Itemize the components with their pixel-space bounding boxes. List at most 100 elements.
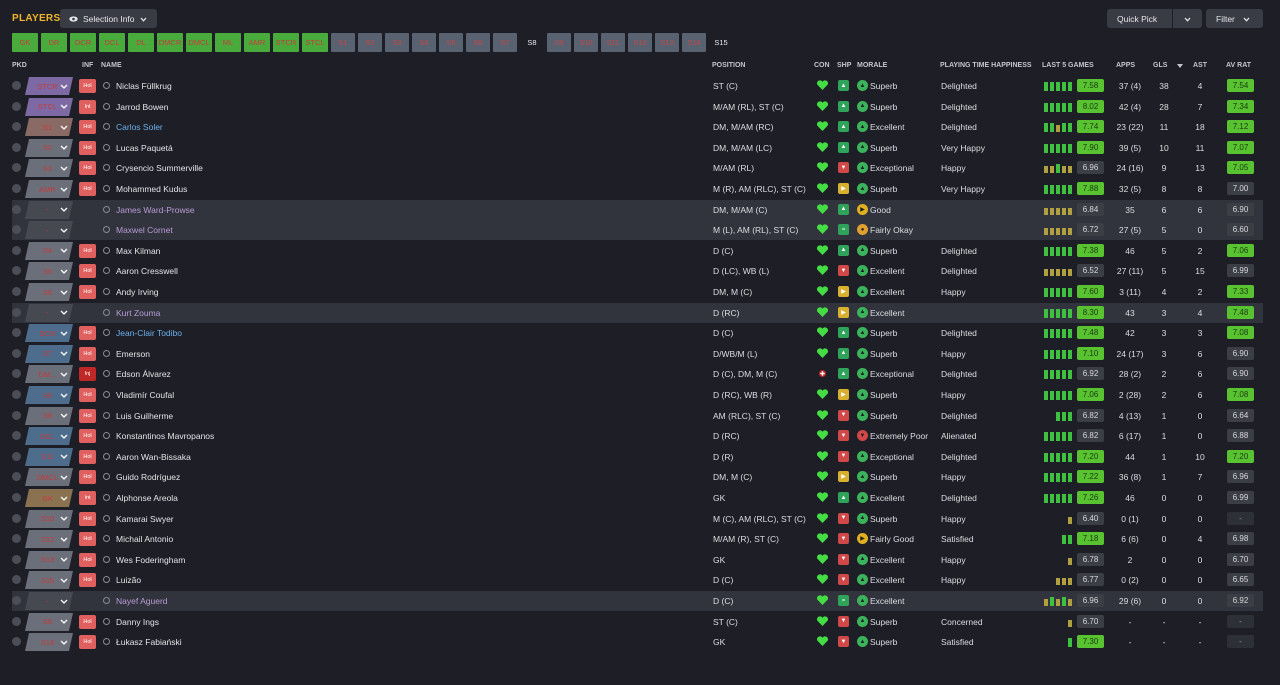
select-checkbox[interactable] bbox=[12, 204, 21, 214]
table-row[interactable]: - James Ward-Prowse DM, M/AM (C) ▲ ▶ Good 6.84… bbox=[12, 199, 1263, 220]
player-name[interactable]: Crysencio Summerville bbox=[116, 163, 203, 173]
quick-pick-dropdown[interactable] bbox=[1173, 9, 1202, 28]
table-row[interactable]: - Maxwel Cornet M (L), AM (RL), ST (C) = ● Fa… bbox=[12, 220, 1263, 241]
player-name[interactable]: Luis Guilherme bbox=[116, 411, 173, 421]
chevron-down-icon[interactable] bbox=[56, 428, 72, 444]
chevron-down-icon[interactable] bbox=[56, 366, 72, 382]
table-row[interactable]: GK Int Alphonse Areola GK ▲ ▲ Excellent Delight… bbox=[12, 488, 1263, 508]
table-row[interactable]: - Nayef Aguerd D (C) = ▲ Excellent 6.96 29 (6) 0… bbox=[12, 591, 1263, 611]
selection-info-button[interactable]: Selection Info bbox=[60, 9, 157, 28]
table-row[interactable]: S10 Hol Kamarai Swyer M (C), AM (RLC), ST (… bbox=[12, 509, 1263, 529]
player-name[interactable]: Aaron Cresswell bbox=[116, 266, 178, 276]
chevron-down-icon[interactable] bbox=[56, 572, 72, 588]
table-row[interactable]: STCR Hol Niclas Füllkrug ST (C) ▲ ▲ Superb Deli… bbox=[12, 76, 1263, 96]
col-gls[interactable]: GLS bbox=[1153, 62, 1167, 69]
select-checkbox[interactable] bbox=[12, 81, 21, 90]
select-checkbox[interactable] bbox=[12, 287, 21, 296]
select-checkbox[interactable] bbox=[12, 348, 21, 358]
position-tab[interactable]: GK bbox=[12, 33, 38, 52]
player-name[interactable]: Niclas Füllkrug bbox=[116, 81, 172, 91]
player-name[interactable]: Emerson bbox=[116, 349, 150, 359]
chevron-down-icon[interactable] bbox=[56, 614, 72, 630]
chevron-down-icon[interactable] bbox=[56, 531, 72, 547]
position-tab[interactable]: S5 bbox=[439, 33, 463, 52]
chevron-down-icon[interactable] bbox=[56, 387, 72, 403]
select-checkbox[interactable] bbox=[12, 616, 21, 626]
position-tab[interactable]: S4 bbox=[412, 33, 436, 52]
chevron-down-icon[interactable] bbox=[56, 99, 72, 115]
table-row[interactable]: S12 Hol Michail Antonio M/AM (R), ST (C) ▼ ▶ F… bbox=[12, 529, 1263, 549]
player-name[interactable]: Aaron Wan-Bissaka bbox=[116, 452, 191, 462]
chevron-down-icon[interactable] bbox=[56, 469, 72, 485]
position-tab[interactable]: AMR bbox=[244, 33, 270, 52]
col-position[interactable]: POSITION bbox=[712, 62, 745, 69]
chevron-down-icon[interactable] bbox=[56, 243, 72, 259]
position-tab[interactable]: S14 bbox=[682, 33, 706, 52]
chevron-down-icon[interactable] bbox=[56, 140, 72, 156]
select-checkbox[interactable] bbox=[12, 575, 21, 585]
select-checkbox[interactable] bbox=[12, 390, 21, 399]
table-row[interactable]: S3 Hol Crysencio Summerville M/AM (RL) ▼ ▲ Exc… bbox=[12, 158, 1263, 178]
table-row[interactable]: S6 Hol Danny Ings ST (C) ▼ ▲ Superb Concerned 6.… bbox=[12, 612, 1263, 632]
position-tab[interactable]: DMCL bbox=[186, 33, 212, 52]
player-name[interactable]: Michail Antonio bbox=[116, 534, 173, 544]
player-name[interactable]: Nayef Aguerd bbox=[116, 596, 168, 606]
select-checkbox[interactable] bbox=[12, 142, 21, 152]
table-row[interactable]: DCR Hol Jean-Clair Todibo D (C) ▲ ▲ Superb Deli… bbox=[12, 323, 1263, 343]
table-row[interactable]: S8 Hol Luis Guilherme AM (RLC), ST (C) ▼ ▲ Sup… bbox=[12, 406, 1263, 426]
col-con[interactable]: CON bbox=[814, 62, 830, 69]
select-checkbox[interactable] bbox=[12, 245, 21, 255]
player-name[interactable]: Jarrod Bowen bbox=[116, 102, 168, 112]
player-name[interactable]: Vladimír Coufal bbox=[116, 390, 174, 400]
position-tab[interactable]: S7 bbox=[493, 33, 517, 52]
position-tab[interactable]: S6 bbox=[466, 33, 490, 52]
col-morale[interactable]: MORALE bbox=[857, 62, 887, 69]
position-tab[interactable]: S1 bbox=[331, 33, 355, 52]
table-row[interactable]: STCL Int Jarrod Bowen M/AM (RL), ST (C) ▲ ▲ Su… bbox=[12, 97, 1263, 117]
select-checkbox[interactable] bbox=[12, 328, 21, 338]
select-checkbox[interactable] bbox=[12, 225, 21, 235]
table-row[interactable]: S4 Hol Max Kilman D (C) ▲ ▲ Superb Delighted 7.3… bbox=[12, 241, 1263, 261]
position-tab[interactable]: ML bbox=[215, 33, 241, 52]
position-tab[interactable]: STCR bbox=[273, 33, 299, 52]
select-checkbox[interactable] bbox=[12, 431, 21, 441]
select-checkbox[interactable] bbox=[12, 596, 21, 605]
position-tab[interactable]: S10 bbox=[574, 33, 598, 52]
chevron-down-icon[interactable] bbox=[56, 552, 72, 568]
player-name[interactable]: Edson Álvarez bbox=[116, 369, 171, 379]
chevron-down-icon[interactable] bbox=[56, 325, 72, 341]
table-row[interactable]: S11 Hol Aaron Wan-Bissaka D (R) ▼ ▲ Exceptiona… bbox=[12, 447, 1263, 467]
chevron-down-icon[interactable] bbox=[56, 593, 72, 609]
select-checkbox[interactable] bbox=[12, 472, 21, 482]
select-checkbox[interactable] bbox=[12, 410, 21, 420]
select-checkbox[interactable] bbox=[12, 451, 21, 461]
chevron-down-icon[interactable] bbox=[56, 490, 72, 506]
sort-desc-icon[interactable] bbox=[1177, 63, 1183, 70]
chevron-down-icon[interactable] bbox=[56, 222, 72, 238]
player-name[interactable]: Maxwel Cornet bbox=[116, 225, 173, 235]
table-row[interactable]: S1 Hol Carlos Soler DM, M/AM (RC) ▲ ▲ Excellen… bbox=[12, 117, 1263, 137]
table-row[interactable]: - Kurt Zouma D (RC) ▶ ▲ Excellent 8.30 43 3 4 7.48 bbox=[12, 302, 1263, 323]
chevron-down-icon[interactable] bbox=[56, 305, 72, 321]
player-name[interactable]: Kamarai Swyer bbox=[116, 514, 174, 524]
position-tab[interactable]: S15 bbox=[709, 33, 733, 52]
chevron-down-icon[interactable] bbox=[56, 634, 72, 650]
select-checkbox[interactable] bbox=[12, 163, 21, 173]
chevron-down-icon[interactable] bbox=[56, 408, 72, 424]
position-tab[interactable]: DCR bbox=[70, 33, 96, 52]
quick-pick-button[interactable]: Quick Pick bbox=[1107, 9, 1172, 28]
table-row[interactable]: S2 Hol Lucas Paquetá DM, M/AM (LC) ▲ ▲ Superb V… bbox=[12, 138, 1263, 158]
player-name[interactable]: James Ward-Prowse bbox=[116, 205, 195, 215]
select-checkbox[interactable] bbox=[12, 534, 21, 544]
player-name[interactable]: Danny Ings bbox=[116, 617, 159, 627]
table-row[interactable]: S6 Hol Andy Irving DM, M (C) ▶ ▲ Excellent Happ… bbox=[12, 282, 1263, 302]
col-inf[interactable]: INF bbox=[82, 62, 93, 69]
position-tab[interactable]: S9 bbox=[547, 33, 571, 52]
col-playing-time[interactable]: PLAYING TIME HAPPINESS bbox=[940, 62, 1032, 69]
position-tab[interactable]: S3 bbox=[385, 33, 409, 52]
chevron-down-icon[interactable] bbox=[56, 202, 72, 218]
col-apps[interactable]: APPS bbox=[1116, 62, 1135, 69]
chevron-down-icon[interactable] bbox=[56, 160, 72, 176]
position-tab[interactable]: S2 bbox=[358, 33, 382, 52]
player-name[interactable]: Łukasz Fabiański bbox=[116, 637, 182, 647]
